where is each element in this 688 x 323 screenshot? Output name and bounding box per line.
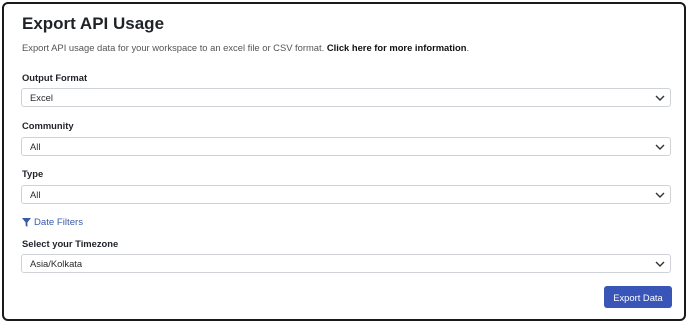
timezone-select[interactable]: Asia/Kolkata: [21, 254, 671, 273]
export-data-button[interactable]: Export Data: [604, 286, 672, 308]
timezone-value: Asia/Kolkata: [30, 258, 83, 269]
chevron-down-icon: [655, 192, 665, 198]
type-value: All: [30, 189, 41, 200]
description-text: Export API usage data for your workspace…: [22, 42, 325, 53]
chevron-down-icon: [655, 95, 665, 101]
type-select[interactable]: All: [21, 185, 671, 204]
page-description: Export API usage data for your workspace…: [22, 42, 470, 53]
more-info-link[interactable]: Click here for more information: [327, 42, 467, 53]
filter-icon: [22, 218, 31, 227]
chevron-down-icon: [655, 261, 665, 267]
output-format-label: Output Format: [22, 72, 88, 83]
timezone-label: Select your Timezone: [22, 238, 119, 249]
chevron-down-icon: [655, 144, 665, 150]
community-label: Community: [22, 120, 74, 131]
type-label: Type: [22, 168, 44, 179]
page-title: Export API Usage: [22, 14, 165, 33]
output-format-value: Excel: [30, 92, 53, 103]
date-filters-label: Date Filters: [34, 217, 84, 228]
date-filters-toggle[interactable]: Date Filters: [22, 217, 83, 228]
community-select[interactable]: All: [21, 137, 671, 156]
community-value: All: [30, 141, 41, 152]
export-api-usage-panel: Export API Usage Export API usage data f…: [2, 2, 686, 321]
output-format-select[interactable]: Excel: [21, 88, 671, 107]
